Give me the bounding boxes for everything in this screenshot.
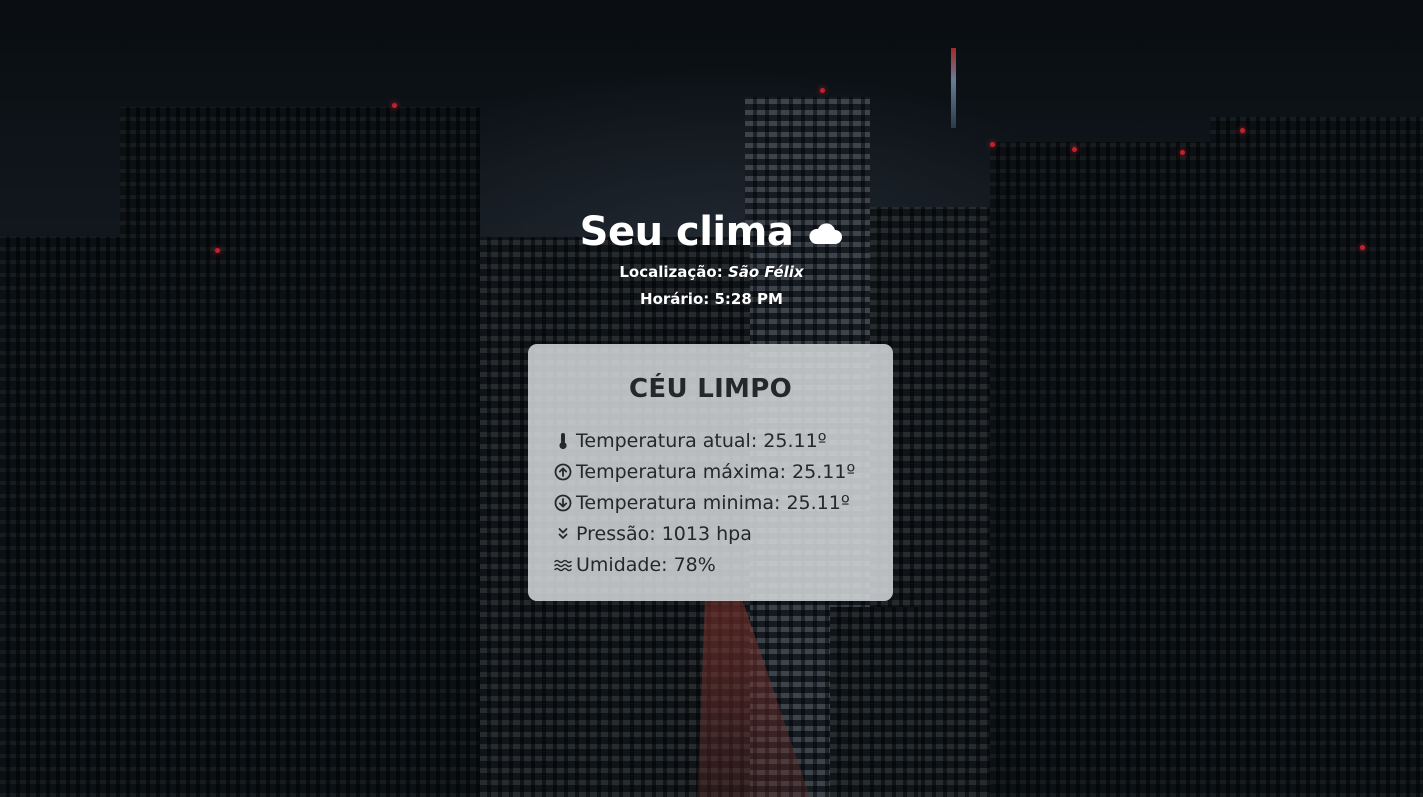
location-label: Localização: (619, 263, 723, 281)
max-temperature-row: Temperatura máxima: 25.11º (553, 456, 855, 487)
max-temperature-text: Temperatura máxima: 25.11º (576, 460, 856, 483)
arrow-up-circle-icon (553, 462, 573, 482)
time-value: 5:28 PM (714, 290, 783, 308)
min-temperature-row: Temperatura minima: 25.11º (553, 487, 855, 518)
double-chevron-down-icon (553, 524, 573, 544)
min-temperature-text: Temperatura minima: 25.11º (576, 491, 850, 514)
weather-details: Temperatura atual: 25.11º Temperatura má… (553, 425, 855, 580)
current-temperature-row: Temperatura atual: 25.11º (553, 425, 855, 456)
location-value: São Félix (727, 263, 804, 281)
location-line: Localização: São Félix (0, 259, 1423, 286)
weather-card: CÉU LIMPO Temperatura atual: 25.11º Temp… (528, 344, 893, 601)
weather-condition: CÉU LIMPO (629, 374, 792, 404)
time-line: Horário: 5:28 PM (0, 286, 1423, 313)
pressure-text: Pressão: 1013 hpa (576, 522, 752, 545)
weather-header: Seu clima Localização: São Félix Horário… (0, 205, 1423, 313)
arrow-down-circle-icon (553, 493, 573, 513)
time-label: Horário: (640, 290, 710, 308)
humidity-row: Umidade: 78% (553, 549, 855, 580)
waves-icon (553, 555, 573, 575)
cloud-icon (807, 220, 843, 246)
thermometer-icon (553, 431, 573, 451)
page-title: Seu clima (579, 209, 794, 255)
current-temperature-text: Temperatura atual: 25.11º (576, 429, 827, 452)
humidity-text: Umidade: 78% (576, 553, 716, 576)
pressure-row: Pressão: 1013 hpa (553, 518, 855, 549)
title-row: Seu clima (0, 205, 1423, 259)
